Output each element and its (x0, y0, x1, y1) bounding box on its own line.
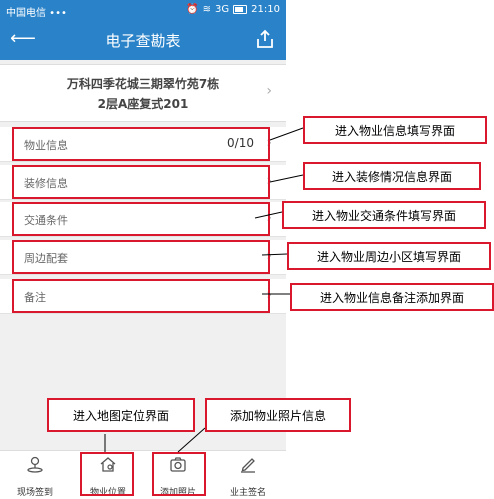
callout-transport: 进入物业交通条件填写界面 (282, 201, 486, 229)
callout-remarks: 进入物业信息备注添加界面 (290, 283, 494, 311)
callout-decoration: 进入装修情况信息界面 (303, 162, 481, 190)
callout-add-photo: 添加物业照片信息 (205, 398, 351, 432)
connector-1 (269, 127, 304, 141)
callout-property-info: 进入物业信息填写界面 (303, 116, 487, 144)
connector-3 (254, 211, 283, 219)
connector-4 (261, 253, 288, 256)
callout-surroundings: 进入物业周边小区填写界面 (287, 242, 491, 270)
connector-2 (269, 174, 304, 183)
callout-map-location: 进入地图定位界面 (47, 398, 195, 432)
